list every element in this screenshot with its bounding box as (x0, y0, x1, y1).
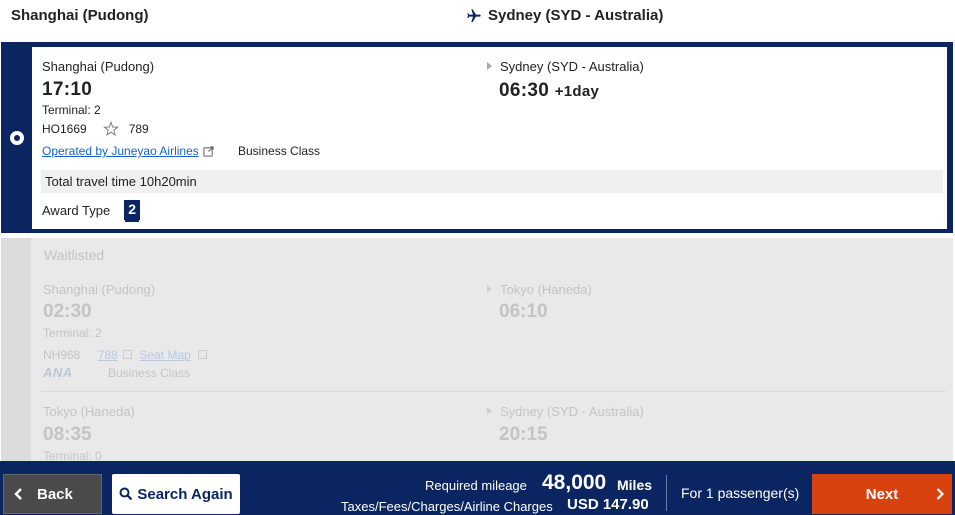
arrow-right-icon (487, 285, 492, 293)
arrow-right-icon (487, 62, 492, 70)
star-alliance-icon (102, 121, 119, 137)
search-icon (119, 487, 133, 501)
operated-by-row[interactable]: Operated by Juneyao Airlines (42, 144, 214, 158)
seg1-departure-time: 02:30 (43, 301, 92, 322)
segment-divider (41, 391, 946, 392)
destination-city: Sydney (SYD - Australia) (488, 7, 664, 24)
seg1-flight-number: NH968 (43, 348, 81, 362)
mileage-value: 48,000 (542, 471, 607, 494)
arrival-city-row: Sydney (SYD - Australia) (487, 59, 644, 74)
seg1-flight-row: NH968 788 Seat Map (43, 348, 208, 362)
seg2-arrival-city: Sydney (SYD - Australia) (500, 404, 644, 419)
external-link-icon[interactable] (203, 145, 214, 157)
aircraft-type: 789 (128, 122, 149, 136)
seg1-seat-map-link: Seat Map (139, 348, 191, 362)
flight-number-row: HO1669 789 (42, 121, 149, 137)
arrival-city: Sydney (SYD - Australia) (500, 59, 644, 74)
award-type-badge[interactable]: 2 (124, 200, 140, 220)
ana-logo: ANA (43, 365, 73, 380)
external-link-icon (123, 350, 133, 359)
arrival-time: 06:30 (499, 80, 550, 101)
seg1-cabin-class: Business Class (108, 366, 191, 380)
award-type-label: Award Type (42, 202, 111, 218)
required-mileage-label: Required mileage (425, 478, 527, 493)
seg1-arrival-city: Tokyo (Haneda) (500, 282, 592, 297)
seg1-arrival-time: 06:10 (499, 301, 548, 322)
passenger-count: For 1 passenger(s) (681, 485, 800, 501)
seg1-departure-terminal: Terminal: 2 (43, 326, 102, 340)
external-link-icon (198, 350, 208, 359)
taxes-value: USD 147.90 (567, 496, 649, 513)
footer-bar: Back Search Again Required mileage 48,00… (0, 461, 955, 515)
cabin-class: Business Class (238, 144, 321, 158)
seg2-departure-time: 08:35 (43, 424, 92, 445)
back-button[interactable]: Back (3, 474, 102, 514)
footer-divider (666, 475, 667, 511)
flight-option-waitlisted: Waitlisted Shanghai (Pudong) 02:30 Termi… (1, 238, 953, 463)
waitlisted-label: Waitlisted (44, 247, 105, 263)
route-header: Shanghai (Pudong) Sydney (SYD - Australi… (0, 0, 955, 40)
seg2-arrival-time: 20:15 (499, 424, 548, 445)
next-label: Next (865, 485, 899, 503)
next-button[interactable]: Next (812, 474, 952, 514)
taxes-label: Taxes/Fees/Charges/Airline Charges (341, 499, 553, 514)
search-again-button[interactable]: Search Again (112, 474, 240, 514)
chevron-right-icon (936, 488, 944, 500)
award-type-row: Award Type 2 (42, 200, 140, 220)
arrow-right-icon (487, 407, 492, 415)
flight-radio-selected[interactable] (10, 131, 24, 145)
total-travel-time: Total travel time 10h20min (41, 170, 943, 193)
seg2-departure-city: Tokyo (Haneda) (43, 404, 135, 419)
departure-city: Shanghai (Pudong) (42, 59, 155, 74)
arrival-time-row: 06:30 +1day (499, 80, 599, 102)
search-again-label: Search Again (137, 485, 233, 503)
flight-details: Shanghai (Pudong) 17:10 Terminal: 2 Sydn… (32, 47, 947, 229)
chevron-left-icon (14, 488, 22, 500)
mileage-unit: Miles (617, 477, 653, 493)
flight-option-selected[interactable]: Shanghai (Pudong) 17:10 Terminal: 2 Sydn… (1, 42, 953, 233)
departure-time: 17:10 (42, 79, 93, 100)
seg1-aircraft-link: 788 (97, 348, 118, 362)
seg2-arrival-city-row: Sydney (SYD - Australia) (487, 404, 644, 419)
origin-city: Shanghai (Pudong) (11, 7, 149, 24)
flight-number: HO1669 (42, 122, 87, 136)
operated-by-link[interactable]: Operated by Juneyao Airlines (42, 144, 199, 158)
plane-icon (467, 8, 481, 22)
destination: Sydney (SYD - Australia) (466, 7, 663, 24)
disabled-radio-column (1, 238, 31, 463)
back-label: Back (37, 485, 73, 503)
arrival-day-offset: +1day (554, 83, 600, 100)
departure-terminal: Terminal: 2 (42, 103, 101, 117)
seg1-departure-city: Shanghai (Pudong) (43, 282, 156, 297)
seg1-arrival-city-row: Tokyo (Haneda) (487, 282, 592, 297)
